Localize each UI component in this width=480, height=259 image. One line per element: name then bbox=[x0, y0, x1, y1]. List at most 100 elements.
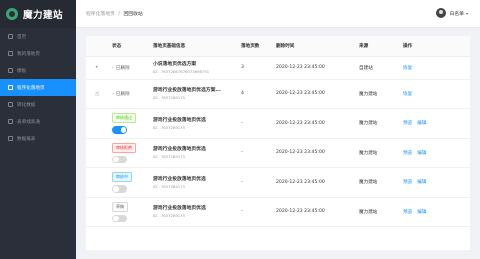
page-info-cell: 游戏行业投放落地页优选方案... ID：7637289175 bbox=[149, 79, 237, 109]
page-title: 游戏行业投放落地页优选 bbox=[153, 117, 206, 123]
publish-toggle[interactable] bbox=[112, 126, 127, 134]
page-count: - bbox=[237, 197, 272, 227]
breadcrumb-current: 回回收站 bbox=[123, 12, 143, 17]
page-id: ID：7637289175 bbox=[153, 183, 185, 189]
edit-link[interactable]: 编辑 bbox=[417, 210, 426, 215]
page-title: 游戏行业投放落地页优选 bbox=[153, 206, 206, 212]
sidebar-item[interactable]: 数据报表 bbox=[0, 130, 76, 147]
restore-link[interactable]: 恢复 bbox=[403, 66, 412, 71]
source: 魔力建站 bbox=[355, 108, 399, 139]
publish-toggle[interactable] bbox=[112, 214, 127, 222]
page-id: ID：7637289175 bbox=[153, 124, 185, 130]
pointer-cursor-icon: ☝ bbox=[94, 89, 100, 98]
expand-arrow-icon[interactable]: ▸ bbox=[96, 65, 98, 70]
table-header: 状态 落地页基础信息 落地页数 删除时间 来源 操作 bbox=[86, 36, 470, 57]
chevron-down-icon: ▾ bbox=[465, 10, 468, 16]
status-badge: 审核拒绝 bbox=[112, 142, 136, 153]
edit-link[interactable]: 编辑 bbox=[417, 151, 426, 156]
page-title: 游戏行业投放落地页优选 bbox=[153, 147, 206, 153]
delete-time: 2020-12-23 23:45:00 bbox=[272, 167, 355, 198]
page-count: - bbox=[237, 167, 272, 198]
delete-time: 2020-12-23 23:45:00 bbox=[272, 108, 355, 139]
expand-cell: ☝ bbox=[86, 79, 108, 109]
toggle-knob bbox=[113, 215, 119, 221]
menu-icon bbox=[8, 85, 13, 90]
brand-logo[interactable]: 魔力建站 bbox=[0, 0, 76, 28]
avatar bbox=[435, 8, 446, 18]
delete-time: 2020-12-23 23:45:00 bbox=[272, 56, 355, 80]
page-title: 游戏行业投放落地页优选方案... bbox=[153, 88, 221, 94]
source: 自建站 bbox=[355, 56, 399, 80]
breadcrumb-separator: / bbox=[118, 12, 120, 17]
expand-cell bbox=[86, 167, 108, 198]
status-cell: 审核拒绝 bbox=[108, 138, 149, 168]
deleted-status: › 已删除 bbox=[112, 66, 130, 71]
restore-link[interactable]: 恢复 bbox=[403, 92, 412, 97]
sidebar-item-label: 程序化落地页 bbox=[17, 85, 45, 91]
column-header: 操作 bbox=[399, 36, 470, 57]
breadcrumb-parent[interactable]: 程序化落地页 bbox=[86, 12, 115, 17]
preview-link[interactable]: 预览 bbox=[403, 180, 412, 185]
source: 魔力建站 bbox=[355, 138, 399, 168]
logo-text: 魔力建站 bbox=[23, 10, 64, 21]
column-header: 来源 bbox=[355, 36, 399, 57]
menu-icon bbox=[8, 119, 13, 124]
expand-arrow-icon[interactable]: › bbox=[112, 66, 114, 71]
page-info-cell: 游戏行业投放落地页优选 ID：7637289175 bbox=[149, 167, 237, 198]
status-cell: 审核通过 bbox=[108, 108, 149, 139]
menu-icon bbox=[8, 34, 13, 39]
sidebar-item-label: 数据报表 bbox=[17, 136, 36, 142]
sidebar-item[interactable]: 首页 bbox=[0, 28, 76, 45]
status-cell: › 已删除 bbox=[108, 79, 149, 109]
preview-link[interactable]: 预览 bbox=[403, 151, 412, 156]
table-row: 审核中 游戏行业投放落地页优选 ID：7637289175-2020-12-23 2… bbox=[86, 167, 470, 198]
page-info-cell: 游戏行业投放落地页优选 ID：7637289175 bbox=[149, 138, 237, 168]
actions-cell: 预览 编辑 bbox=[399, 197, 470, 227]
sidebar-item[interactable]: 我的落地页 bbox=[0, 45, 76, 62]
sidebar-item[interactable]: 程序化落地页 bbox=[0, 79, 76, 96]
breadcrumb: 程序化落地页 / 回回收站 bbox=[86, 10, 143, 17]
table-row: ☝ › 已删除 游戏行业投放落地页优选方案... ID：7637289175 4 2020-… bbox=[86, 79, 470, 109]
sidebar-item-label: 转化数据 bbox=[17, 102, 36, 108]
actions-cell: 预览 编辑 bbox=[399, 108, 470, 139]
sidebar-item-label: 表单线索通 bbox=[17, 119, 40, 125]
status-text: 已删除 bbox=[115, 65, 130, 71]
menu-icon bbox=[8, 68, 13, 73]
table-row: 审核通过 游戏行业投放落地页优选 ID：7637289175-2020-12-23 … bbox=[86, 108, 470, 139]
column-header: 删除时间 bbox=[272, 36, 355, 57]
table-row: 审核拒绝 游戏行业投放落地页优选 ID：7637289175-2020-12-23 … bbox=[86, 138, 470, 168]
page-count: 3 bbox=[237, 56, 272, 80]
page-count: - bbox=[237, 108, 272, 139]
user-menu[interactable]: 白名单 ▾ bbox=[435, 8, 468, 18]
sidebar-item-label: 模板 bbox=[17, 68, 27, 74]
edit-link[interactable]: 编辑 bbox=[417, 121, 426, 126]
page-info-cell: 游戏行业投放落地页优选 ID：7637289175 bbox=[149, 108, 237, 139]
top-bar: 程序化落地页 / 回回收站 白名单 ▾ bbox=[76, 0, 480, 28]
expand-cell bbox=[86, 197, 108, 227]
expand-arrow-icon[interactable]: › bbox=[112, 92, 114, 97]
publish-toggle[interactable] bbox=[112, 155, 127, 163]
delete-time: 2020-12-23 23:45:00 bbox=[272, 197, 355, 227]
page-info-cell: 游戏行业投放落地页优选 ID：7637289175 bbox=[149, 197, 237, 227]
status-cell: › 已删除 bbox=[108, 56, 149, 80]
preview-link[interactable]: 预览 bbox=[403, 121, 412, 126]
logo-icon bbox=[6, 8, 18, 20]
publish-toggle[interactable] bbox=[112, 185, 127, 193]
status-badge: 草稿 bbox=[112, 201, 128, 212]
edit-link[interactable]: 编辑 bbox=[417, 180, 426, 185]
sidebar-item[interactable]: 模板 bbox=[0, 62, 76, 79]
column-header: 状态 bbox=[108, 36, 149, 57]
sidebar-item[interactable]: 转化数据 bbox=[0, 96, 76, 113]
column-header bbox=[86, 36, 108, 57]
source: 魔力建站 bbox=[355, 79, 399, 109]
page-title: 游戏行业投放落地页优选 bbox=[153, 176, 206, 182]
page-id: ID：7637289175 bbox=[153, 95, 185, 101]
app-window: 魔力建站 首页 我的落地页 模板 程序化落地页 转化数据 表单线索通 数据报表 程序化落地页… bbox=[0, 0, 480, 259]
delete-time: 2020-12-23 23:45:00 bbox=[272, 79, 355, 109]
sidebar-item-label: 我的落地页 bbox=[17, 51, 40, 57]
preview-link[interactable]: 预览 bbox=[403, 210, 412, 215]
source: 魔力建站 bbox=[355, 167, 399, 198]
actions-cell: 预览 编辑 bbox=[399, 138, 470, 168]
status-cell: 草稿 bbox=[108, 197, 149, 227]
sidebar-item[interactable]: 表单线索通 bbox=[0, 113, 76, 130]
